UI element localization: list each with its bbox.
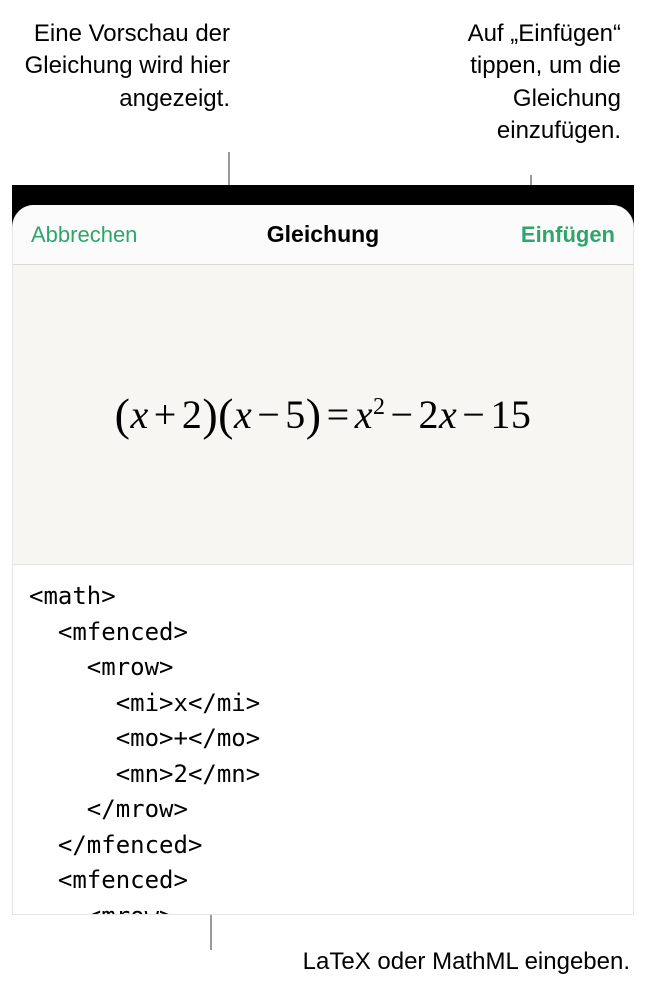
- leader-line: [210, 915, 212, 950]
- cancel-button[interactable]: Abbrechen: [31, 222, 137, 248]
- callout-input: LaTeX oder MathML eingeben.: [220, 948, 630, 976]
- equation-preview: (x+2)(x−5)=x2−2x−15: [13, 265, 633, 565]
- insert-button[interactable]: Einfügen: [521, 222, 615, 248]
- callout-preview: Eine Vorschau der Gleichung wird hier an…: [10, 18, 230, 115]
- modal-title: Gleichung: [267, 221, 379, 248]
- mathml-input[interactable]: <math> <mfenced> <mrow> <mi>x</mi> <mo>+…: [13, 565, 633, 915]
- equation-modal: Abbrechen Gleichung Einfügen (x+2)(x−5)=…: [12, 205, 634, 915]
- modal-header: Abbrechen Gleichung Einfügen: [13, 205, 633, 265]
- equation-rendered: (x+2)(x−5)=x2−2x−15: [115, 388, 532, 441]
- callout-insert: Auf „Einfügen“ tippen, um die Gleichung …: [401, 18, 621, 148]
- page-root: Eine Vorschau der Gleichung wird hier an…: [0, 0, 646, 989]
